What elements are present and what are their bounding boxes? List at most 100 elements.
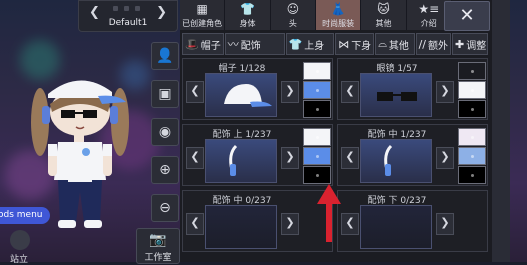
adjust-icon: ✚: [455, 37, 465, 51]
subtab-extra[interactable]: //额外: [415, 33, 451, 55]
top-icon: 👕: [288, 37, 303, 51]
color-swatch[interactable]: [303, 81, 331, 99]
subtab-label: 调整: [466, 40, 487, 52]
add-user-icon: 👤: [156, 48, 174, 64]
color-swatch[interactable]: [303, 147, 331, 165]
subtab-adjust[interactable]: ✚ 调整: [452, 33, 488, 55]
character-avatar[interactable]: [28, 52, 132, 232]
item-preview[interactable]: [360, 139, 432, 183]
color-swatches: [303, 62, 331, 118]
tab-character-created[interactable]: ▦ 已创建角色: [180, 0, 226, 30]
item-slot: 配饰 上 1/237 ❮ ❯: [182, 124, 333, 186]
image-icon: ▣: [158, 86, 172, 102]
tab-other[interactable]: 🐱 其他: [361, 0, 407, 30]
character-name: Default1: [108, 18, 148, 28]
cap-icon: [224, 84, 272, 107]
subcategory-tabs: 🎩 帽子〰配饰 👕 上身 ⋈ 下身 ⌓ 其他//额外 ✚ 调整: [182, 33, 488, 55]
stand-label: 站立: [10, 255, 29, 265]
background-button[interactable]: ▣: [151, 80, 179, 108]
subtab-label: 帽子: [200, 40, 221, 52]
tab-body[interactable]: 👕 身体: [225, 0, 271, 30]
color-swatch[interactable]: [458, 100, 486, 118]
tab-head[interactable]: ☺ 头: [270, 0, 316, 30]
zoom-out-icon: ⊖: [159, 200, 171, 216]
prev-item-button[interactable]: ❮: [186, 213, 204, 235]
close-button[interactable]: ✕: [444, 1, 490, 31]
next-item-button[interactable]: ❯: [436, 81, 454, 103]
fashion-icon: 👗: [330, 2, 346, 16]
color-swatches: [458, 194, 486, 250]
item-slot: 配饰 中 1/237 ❮ ❯: [337, 124, 488, 186]
headphone-icon: [384, 144, 393, 176]
color-swatch[interactable]: [303, 100, 331, 118]
subtab-top[interactable]: 👕 上身: [285, 33, 335, 55]
zoom-in-button[interactable]: ⊕: [151, 156, 179, 184]
headphone-icon: [229, 144, 238, 176]
head-icon: ☺: [286, 2, 300, 16]
wardrobe-panel: ▦ 已创建角色 👕 身体 ☺ 头 👗 时尚服装 🐱 其他 ★≡ 介绍 ✕ 🎩 帽子〰配饰 👕 上…: [180, 0, 510, 262]
tab-label: 身体: [239, 19, 256, 28]
tab-fashion[interactable]: 👗 时尚服装: [315, 0, 362, 30]
tab-label: 头: [288, 19, 297, 28]
mods-menu-button[interactable]: ods menu: [0, 207, 51, 224]
item-preview[interactable]: [360, 73, 432, 117]
color-swatch[interactable]: [458, 128, 486, 146]
panel-edge: [492, 0, 510, 262]
zoom-out-button[interactable]: ⊖: [151, 194, 179, 222]
next-item-button[interactable]: ❯: [436, 147, 454, 169]
slot-indicator: [113, 6, 140, 11]
item-preview[interactable]: [360, 205, 432, 249]
subtab-label: 配饰: [240, 40, 261, 52]
color-swatch[interactable]: [303, 62, 331, 80]
add-user-button[interactable]: 👤: [151, 42, 179, 70]
camera-icon: 📷: [149, 232, 167, 248]
color-swatches: [458, 128, 486, 184]
eye-icon: ◉: [158, 124, 172, 140]
color-swatch[interactable]: [458, 62, 486, 80]
tab-label: 已创建角色: [182, 19, 223, 28]
other-acc-icon: ⌓: [378, 37, 387, 50]
item-slot: 配饰 下 0/237 ❮ ❯: [337, 190, 488, 252]
body-icon: 👕: [240, 2, 255, 16]
next-item-button[interactable]: ❯: [281, 147, 299, 169]
next-item-button[interactable]: ❯: [281, 81, 299, 103]
extra-icon: //: [418, 37, 426, 51]
item-slot: 眼镜 1/57 ❮ ❯: [337, 58, 488, 120]
prev-item-button[interactable]: ❮: [341, 213, 359, 235]
color-swatches: [458, 62, 486, 118]
subtab-label: 其他: [388, 40, 409, 52]
subtab-pants[interactable]: ⋈ 下身: [335, 33, 375, 55]
color-swatch[interactable]: [303, 128, 331, 146]
zoom-in-icon: ⊕: [159, 162, 171, 178]
item-slot: 配饰 中 0/237 ❮ ❯: [182, 190, 333, 252]
prev-item-button[interactable]: ❮: [186, 81, 204, 103]
item-preview[interactable]: [205, 73, 277, 117]
subtab-glasses[interactable]: 〰配饰: [224, 33, 285, 55]
studio-button[interactable]: 📷 工作室: [136, 228, 180, 264]
color-swatch[interactable]: [458, 166, 486, 184]
character-name-bar: ❮ ❯ Default1: [78, 0, 178, 32]
mods-menu-label: ods menu: [0, 210, 43, 220]
subtab-label: 额外: [428, 40, 448, 52]
glasses-icon: [377, 92, 417, 101]
next-item-button[interactable]: ❯: [281, 213, 299, 235]
next-item-button[interactable]: ❯: [436, 213, 454, 235]
tab-label: 其他: [375, 19, 392, 28]
category-tabs: ▦ 已创建角色 👕 身体 ☺ 头 👗 时尚服装 🐱 其他 ★≡ 介绍: [180, 0, 452, 30]
studio-label: 工作室: [144, 253, 172, 263]
prev-item-button[interactable]: ❮: [186, 147, 204, 169]
color-swatch[interactable]: [458, 147, 486, 165]
prev-item-button[interactable]: ❮: [341, 81, 359, 103]
subtab-hat[interactable]: 🎩 帽子: [182, 33, 224, 55]
stand-pose-button[interactable]: 站立: [0, 228, 42, 265]
subtab-other-acc[interactable]: ⌓ 其他: [375, 33, 415, 55]
color-swatch[interactable]: [458, 81, 486, 99]
glasses-icon: 〰: [227, 38, 239, 51]
item-preview[interactable]: [205, 205, 277, 249]
pants-icon: ⋈: [338, 37, 350, 51]
other-icon: 🐱: [377, 2, 390, 16]
prev-item-button[interactable]: ❮: [341, 147, 359, 169]
red-arrow-annotation: [317, 184, 341, 242]
view-toggle-button[interactable]: ◉: [151, 118, 179, 146]
item-preview[interactable]: [205, 139, 277, 183]
